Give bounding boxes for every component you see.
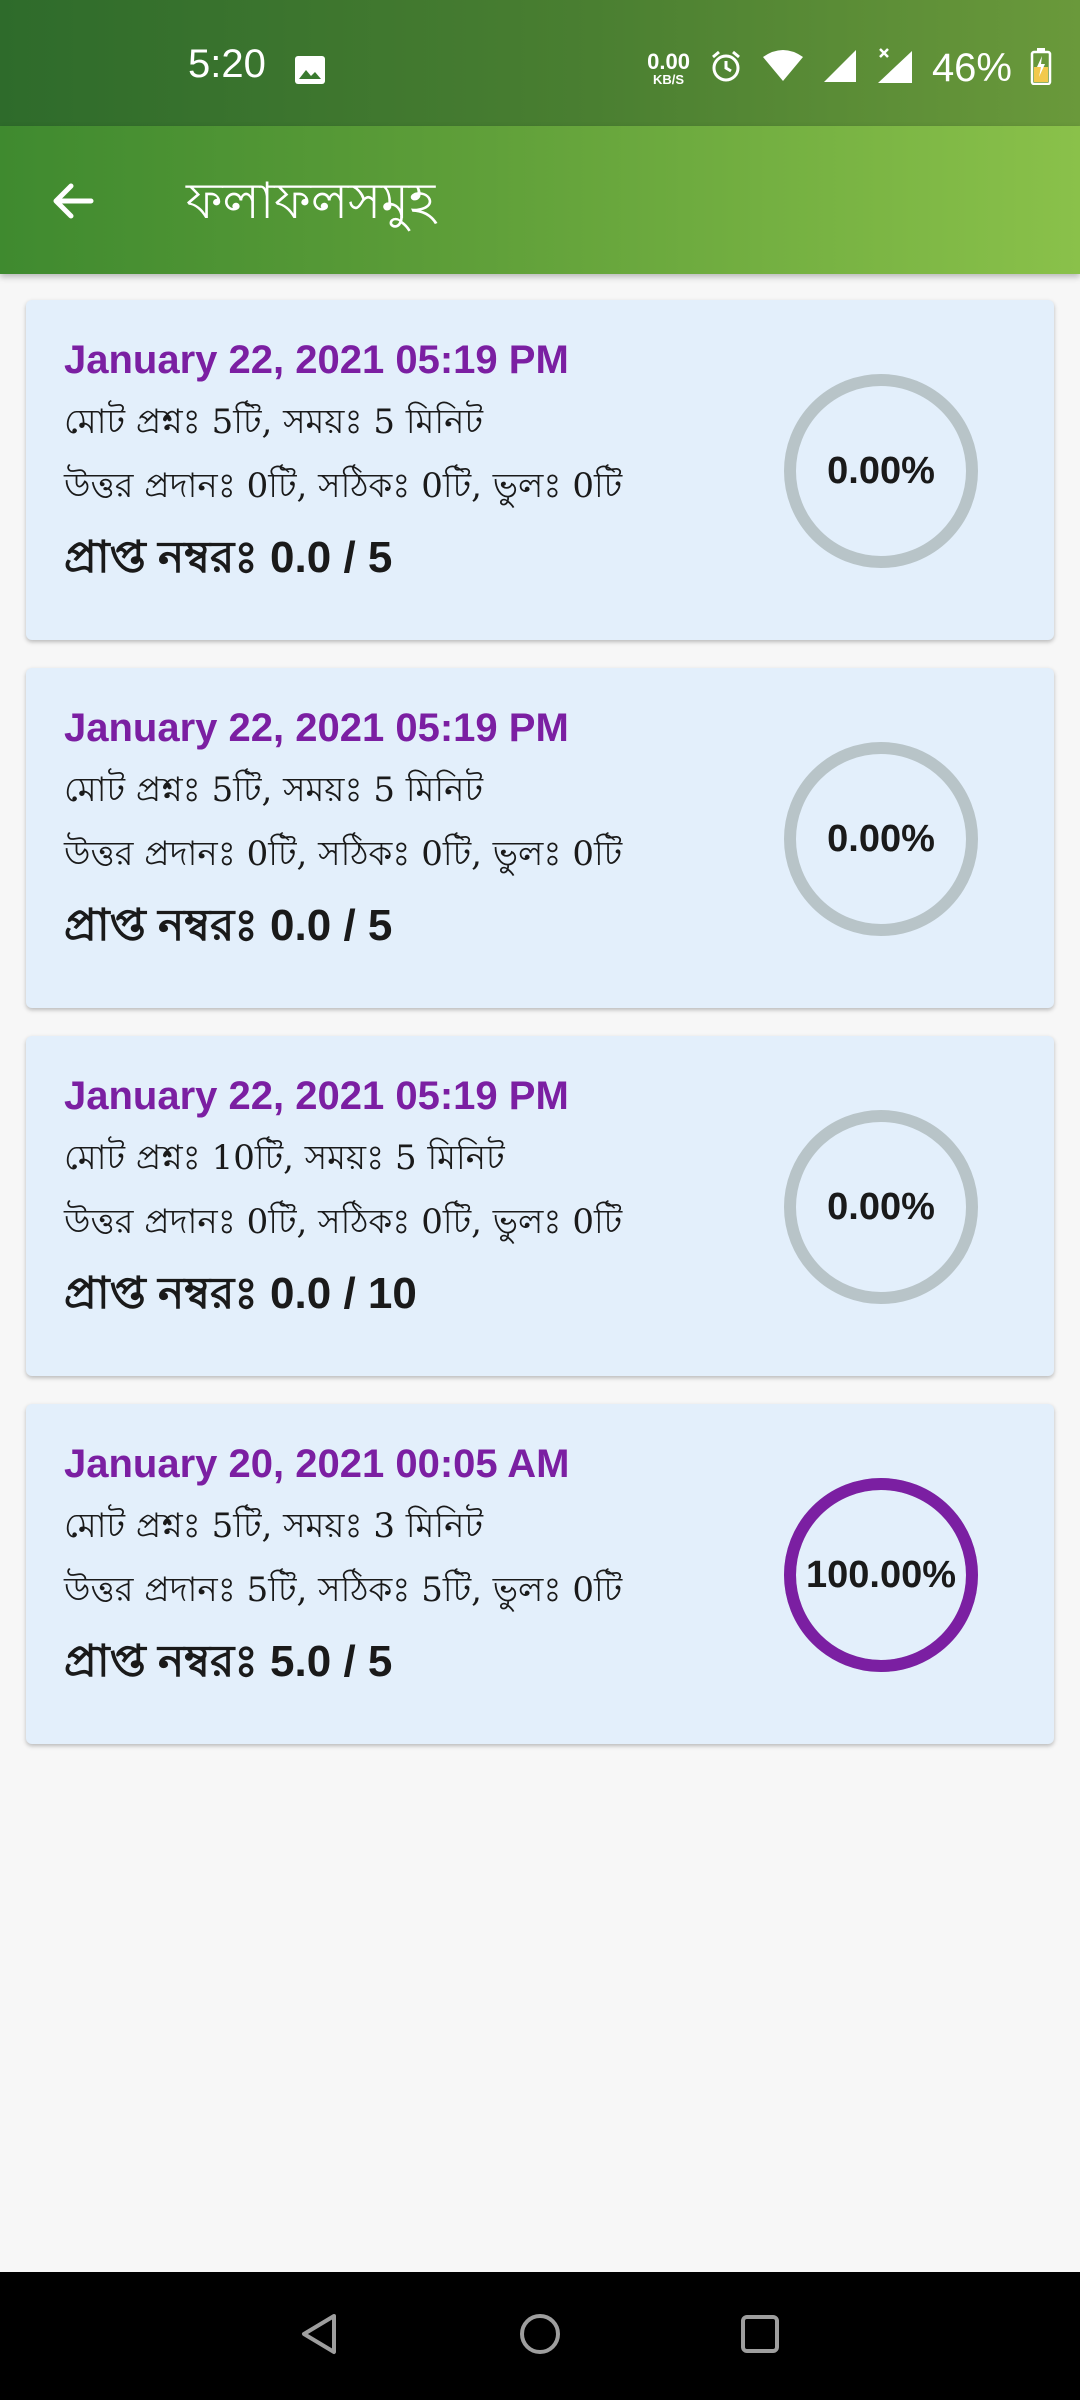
alarm-icon	[708, 48, 744, 88]
results-list: January 22, 2021 05:19 PM মোট প্রশ্নঃ 5ট…	[26, 300, 1054, 1772]
result-card[interactable]: January 22, 2021 05:19 PM মোট প্রশ্নঃ 10…	[26, 1036, 1054, 1376]
result-summary: মোট প্রশ্নঃ 5টি, সময়ঃ 3 মিনিট	[64, 1506, 483, 1546]
battery-percent: 46%	[931, 45, 1012, 90]
wifi-icon	[762, 49, 804, 87]
battery-charging-icon	[1030, 47, 1052, 89]
result-summary: মোট প্রশ্নঃ 5টি, সময়ঃ 5 মিনিট	[64, 770, 483, 810]
image-icon	[294, 55, 326, 85]
nav-home-button[interactable]	[510, 2306, 570, 2366]
net-speed-unit: KB/S	[652, 71, 685, 87]
percent-ring: 0.00%	[782, 740, 980, 938]
status-time: 5:20	[188, 42, 266, 86]
net-speed: 0.00 KB/S	[647, 48, 690, 87]
result-summary: মোট প্রশ্নঃ 10টি, সময়ঃ 5 মিনিট	[64, 1138, 505, 1178]
percent-text: 0.00%	[827, 817, 935, 860]
net-speed-value: 0.00	[647, 48, 690, 74]
navigation-bar	[0, 2272, 1080, 2400]
status-bar: 5:20 0.00 KB/S 46%	[0, 0, 1080, 126]
result-card[interactable]: January 22, 2021 05:19 PM মোট প্রশ্নঃ 5ট…	[26, 300, 1054, 640]
result-date: January 20, 2021 00:05 AM	[64, 1442, 570, 1486]
nav-home-icon	[517, 2311, 563, 2361]
result-answers: উত্তর প্রদানঃ 0টি, সঠিকঃ 0টি, ভুলঃ 0টি	[64, 834, 623, 874]
signal-icon	[822, 48, 858, 88]
result-date: January 22, 2021 05:19 PM	[64, 1074, 569, 1118]
result-card[interactable]: January 20, 2021 00:05 AM মোট প্রশ্নঃ 5ট…	[26, 1404, 1054, 1744]
percent-text: 100.00%	[805, 1553, 956, 1596]
nav-recents-icon	[738, 2312, 782, 2360]
result-score: প্রাপ্ত নম্বরঃ 5.0 / 5	[64, 1637, 393, 1686]
percent-ring: 0.00%	[782, 1108, 980, 1306]
percent-ring: 100.00%	[782, 1476, 980, 1674]
result-date: January 22, 2021 05:19 PM	[64, 338, 569, 382]
arrow-back-icon	[49, 177, 97, 229]
result-answers: উত্তর প্রদানঃ 0টি, সঠিকঃ 0টি, ভুলঃ 0টি	[64, 466, 623, 506]
percent-text: 0.00%	[827, 1185, 935, 1228]
app-bar: ফলাফলসমুহ	[0, 126, 1080, 274]
nav-back-button[interactable]	[290, 2306, 350, 2366]
signal-no-data-icon	[876, 47, 914, 89]
result-summary: মোট প্রশ্নঃ 5টি, সময়ঃ 5 মিনিট	[64, 402, 483, 442]
percent-ring: 0.00%	[782, 372, 980, 570]
result-score: প্রাপ্ত নম্বরঃ 0.0 / 5	[64, 533, 393, 582]
page-title: ফলাফলসমুহ	[186, 172, 436, 230]
result-score: প্রাপ্ত নম্বরঃ 0.0 / 5	[64, 901, 393, 950]
result-date: January 22, 2021 05:19 PM	[64, 706, 569, 750]
nav-back-icon	[298, 2312, 342, 2360]
percent-text: 0.00%	[827, 449, 935, 492]
result-score: প্রাপ্ত নম্বরঃ 0.0 / 10	[64, 1269, 417, 1318]
result-card[interactable]: January 22, 2021 05:19 PM মোট প্রশ্নঃ 5ট…	[26, 668, 1054, 1008]
result-answers: উত্তর প্রদানঃ 0টি, সঠিকঃ 0টি, ভুলঃ 0টি	[64, 1202, 623, 1242]
back-button[interactable]	[36, 166, 110, 240]
result-answers: উত্তর প্রদানঃ 5টি, সঠিকঃ 5টি, ভুলঃ 0টি	[64, 1570, 623, 1610]
nav-recents-button[interactable]	[730, 2306, 790, 2366]
